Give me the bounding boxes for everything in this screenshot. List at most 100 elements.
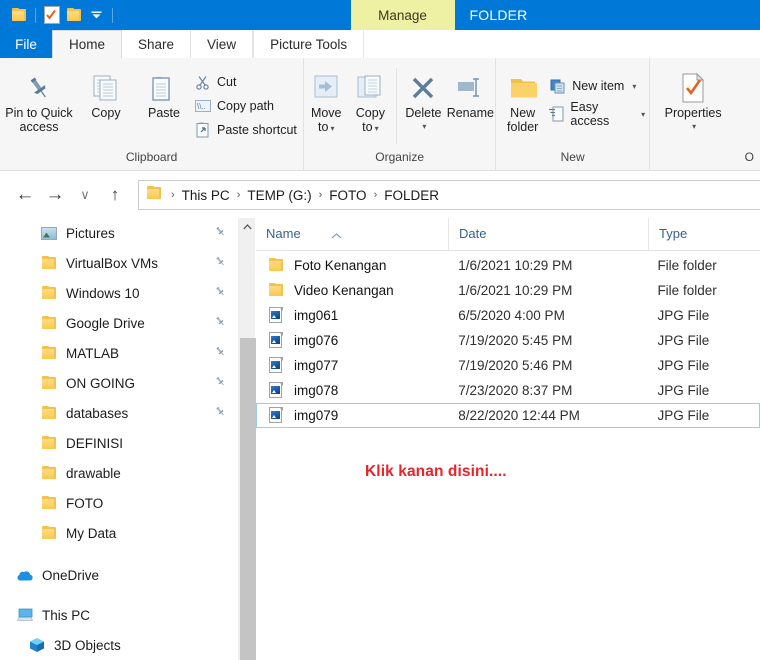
file-type-cell: File folder <box>657 283 717 298</box>
column-header-name-label: Name <box>266 226 301 241</box>
new-folder-button[interactable]: New folder <box>496 64 549 134</box>
scroll-up-arrow-icon[interactable] <box>239 218 255 235</box>
sidebar-item-matlab[interactable]: MATLAB <box>0 338 238 368</box>
breadcrumb-sep-1[interactable]: › <box>237 189 241 201</box>
file-date-cell: 8/22/2020 12:44 PM <box>458 408 580 423</box>
table-row[interactable]: Foto Kenangan 1/6/2021 10:29 PM File fol… <box>256 253 760 278</box>
table-row[interactable]: img077 7/19/2020 5:46 PM JPG File <box>256 353 760 378</box>
new-item-caret-icon[interactable]: ▾ <box>632 82 636 91</box>
ribbon-group-label-new: New <box>560 150 585 164</box>
sidebar-item-google-drive[interactable]: Google Drive <box>0 308 238 338</box>
sidebar-item-databases[interactable]: databases <box>0 398 238 428</box>
file-type-cell: JPG File <box>657 358 710 373</box>
ribbon-group-open: Properties ▾ O <box>650 58 760 171</box>
tab-view[interactable]: View <box>191 30 254 58</box>
column-header-type[interactable]: Type <box>648 218 760 250</box>
breadcrumb-sep-3[interactable]: › <box>374 189 378 201</box>
pin-icon[interactable] <box>215 225 226 240</box>
sidebar-item-foto[interactable]: FOTO <box>0 488 238 518</box>
up-button[interactable]: ↑ <box>100 180 130 210</box>
sidebar-item-windows-10[interactable]: Windows 10 <box>0 278 238 308</box>
breadcrumb-item-temp[interactable]: TEMP (G:) <box>247 188 311 203</box>
ribbon-group-organize: Move to ▾ Copy to ▾ Delete ▾ Rename Orga… <box>304 58 497 171</box>
column-header-name[interactable]: Name <box>256 218 448 250</box>
qat-properties-icon[interactable] <box>41 4 63 26</box>
sidebar-item-pictures[interactable]: Pictures <box>0 218 238 248</box>
scrollbar-thumb[interactable] <box>240 338 256 660</box>
new-item-button[interactable]: New item ▾ <box>549 76 649 96</box>
breadcrumb-sep-0: › <box>171 189 175 201</box>
window-title: FOLDER <box>469 7 528 23</box>
table-row[interactable]: Video Kenangan 1/6/2021 10:29 PM File fo… <box>256 278 760 303</box>
breadcrumb[interactable]: › This PC › TEMP (G:) › FOTO › FOLDER <box>138 180 760 210</box>
pin-icon[interactable] <box>215 315 226 330</box>
ribbon-group-label-organize: Organize <box>375 150 424 164</box>
tab-home[interactable]: Home <box>52 30 123 58</box>
sidebar-item-on-going[interactable]: ON GOING <box>0 368 238 398</box>
sidebar-item-onedrive[interactable]: OneDrive <box>0 560 238 590</box>
easy-access-caret-icon[interactable]: ▾ <box>641 110 645 119</box>
sidebar-item-definisi[interactable]: DEFINISI <box>0 428 238 458</box>
sidebar-item-label: FOTO <box>66 495 104 511</box>
pin-icon[interactable] <box>215 255 226 270</box>
sidebar-item-my-data[interactable]: My Data <box>0 518 238 548</box>
tab-picture-tools[interactable]: Picture Tools <box>253 30 365 58</box>
table-row[interactable]: img076 7/19/2020 5:45 PM JPG File <box>256 328 760 353</box>
move-to-button[interactable]: Move to ▾ <box>304 64 348 136</box>
recent-locations-button[interactable]: ∨ <box>70 180 100 210</box>
sidebar-item-label: Windows 10 <box>66 285 140 301</box>
table-row-selected[interactable]: img079 8/22/2020 12:44 PM JPG File <box>256 403 760 428</box>
table-row[interactable]: img078 7/23/2020 8:37 PM JPG File <box>256 378 760 403</box>
sidebar-item-virtualbox-vms[interactable]: VirtualBox VMs <box>0 248 238 278</box>
properties-icon <box>679 70 707 106</box>
navigation-pane: Pictures VirtualBox VMs Windows 10 Googl… <box>0 218 238 660</box>
breadcrumb-folder-icon <box>147 186 162 203</box>
navigation-pane-scrollbar[interactable] <box>238 218 256 660</box>
back-button[interactable]: ← <box>10 180 40 210</box>
file-name-label: img079 <box>294 408 339 423</box>
sidebar-item-3d-objects[interactable]: 3D Objects <box>0 630 238 660</box>
qat-new-folder-icon[interactable] <box>63 4 85 26</box>
sidebar-item-label: Pictures <box>66 225 115 241</box>
rename-button[interactable]: Rename <box>446 64 496 120</box>
qat-customize-dropdown-icon[interactable] <box>85 4 107 26</box>
pin-to-quick-access-button[interactable]: Pin to Quick access <box>0 64 78 134</box>
breadcrumb-item-foto[interactable]: FOTO <box>329 188 366 203</box>
table-row[interactable]: img061 6/5/2020 4:00 PM JPG File <box>256 303 760 328</box>
qat-folder-icon[interactable] <box>8 4 30 26</box>
pin-icon[interactable] <box>215 285 226 300</box>
contextual-tab-manage[interactable]: Manage <box>350 0 455 30</box>
properties-button[interactable]: Properties ▾ <box>660 64 726 134</box>
tab-file[interactable]: File <box>0 30 52 58</box>
move-to-caret-icon[interactable]: ▾ <box>330 124 334 133</box>
copy-to-button[interactable]: Copy to ▾ <box>348 64 392 136</box>
copy-path-button[interactable]: \\.. Copy path <box>194 96 301 116</box>
breadcrumb-item-folder[interactable]: FOLDER <box>384 188 439 203</box>
pin-icon[interactable] <box>215 405 226 420</box>
sidebar-item-label: databases <box>66 405 129 421</box>
sidebar-item-label: ON GOING <box>66 375 136 391</box>
forward-button[interactable]: → <box>40 180 70 210</box>
easy-access-button[interactable]: Easy access ▾ <box>549 100 649 128</box>
copy-button[interactable]: Copy <box>78 64 134 120</box>
column-header-date[interactable]: Date <box>448 218 648 250</box>
properties-caret-icon[interactable]: ▾ <box>692 120 696 134</box>
tab-share[interactable]: Share <box>122 30 192 58</box>
sidebar-item-this-pc[interactable]: This PC <box>0 600 238 630</box>
sidebar-item-label: Google Drive <box>66 315 145 331</box>
delete-caret-icon[interactable]: ▾ <box>422 120 426 134</box>
move-to-label-line2: to <box>318 120 329 134</box>
cut-button[interactable]: Cut <box>194 72 301 92</box>
copy-to-caret-icon[interactable]: ▾ <box>375 124 379 133</box>
sidebar-item-drawable[interactable]: drawable <box>0 458 238 488</box>
breadcrumb-sep-2[interactable]: › <box>319 189 323 201</box>
jpg-file-icon <box>267 357 285 375</box>
paste-button[interactable]: Paste <box>134 64 194 120</box>
folder-icon <box>40 344 58 362</box>
file-date-cell: 1/6/2021 10:29 PM <box>458 258 573 273</box>
pin-icon[interactable] <box>215 345 226 360</box>
breadcrumb-item-this-pc[interactable]: This PC <box>182 188 230 203</box>
delete-button[interactable]: Delete ▾ <box>401 64 445 134</box>
paste-shortcut-button[interactable]: Paste shortcut <box>194 120 301 140</box>
pin-icon[interactable] <box>215 375 226 390</box>
